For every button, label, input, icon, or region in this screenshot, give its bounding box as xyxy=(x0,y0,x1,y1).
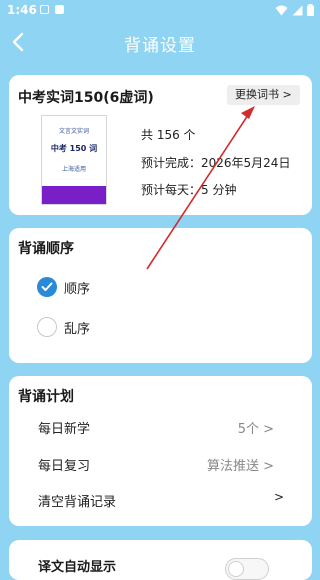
expected-finish: 预计完成：2026年5月24日 xyxy=(141,156,291,170)
change-book-button[interactable]: 更换词书 > xyxy=(227,85,300,105)
plan-row-clear-records[interactable]: 清空背诵记录 > xyxy=(38,489,284,510)
auto-show-toggle[interactable] xyxy=(225,558,269,580)
gallery-notification-icon xyxy=(40,5,49,14)
order-title: 背诵顺序 xyxy=(18,241,74,257)
cover-band xyxy=(42,186,106,204)
cover-main-text: 中考 150 词 xyxy=(50,144,98,153)
plan-row-label: 每日复习 xyxy=(38,459,91,474)
order-option-label: 乱序 xyxy=(64,321,91,337)
plan-row-label: 每日新学 xyxy=(38,422,91,437)
auto-show-label: 译文自动显示 xyxy=(38,560,117,575)
app-bar: 背诵设置 xyxy=(0,22,320,62)
order-option-sequential[interactable]: 顺序 xyxy=(37,276,90,298)
word-count: 共 156 个 xyxy=(141,128,196,142)
cover-top-text: 文言文实词 xyxy=(58,128,89,135)
daily-time: 预计每天：5 分钟 xyxy=(141,183,237,197)
status-bar: 1:46 xyxy=(0,0,320,22)
plan-row-daily-review[interactable]: 每日复习 算法推送 > xyxy=(38,453,278,474)
plan-title: 背诵计划 xyxy=(18,389,74,405)
signal-icon xyxy=(292,5,303,15)
book-card: 中考实词150(6虚词) 更换词书 > 文言文实词 中考 150 词 上海适用 … xyxy=(9,75,312,215)
radio-checked-icon xyxy=(37,277,57,297)
chevron-right-icon: > xyxy=(273,490,284,504)
auto-show-card: 译文自动显示 xyxy=(9,540,312,580)
plan-row-daily-new[interactable]: 每日新学 5个 > xyxy=(38,416,278,437)
cover-sub-text: 上海适用 xyxy=(61,166,86,173)
plan-row-label: 清空背诵记录 xyxy=(38,495,117,510)
order-option-label: 顺序 xyxy=(64,281,91,297)
toggle-knob xyxy=(228,561,244,577)
page-title: 背诵设置 xyxy=(124,36,196,56)
plan-row-value: 5个 > xyxy=(237,422,274,437)
radio-unchecked-icon xyxy=(37,317,57,337)
battery-icon xyxy=(307,4,314,16)
plan-card: 背诵计划 每日新学 5个 > 每日复习 算法推送 > 清空背诵记录 > xyxy=(9,376,312,526)
order-card: 背诵顺序 顺序 乱序 xyxy=(9,228,312,363)
plan-row-value: 算法推送 > xyxy=(206,459,274,474)
wifi-icon xyxy=(275,5,288,15)
checkmark-icon xyxy=(41,282,53,291)
book-cover: 文言文实词 中考 150 词 上海适用 xyxy=(41,115,107,205)
book-title: 中考实词150(6虚词) xyxy=(18,90,154,106)
app-notification-icon xyxy=(55,5,64,14)
order-option-random[interactable]: 乱序 xyxy=(37,316,90,338)
status-time: 1:46 xyxy=(7,3,37,17)
